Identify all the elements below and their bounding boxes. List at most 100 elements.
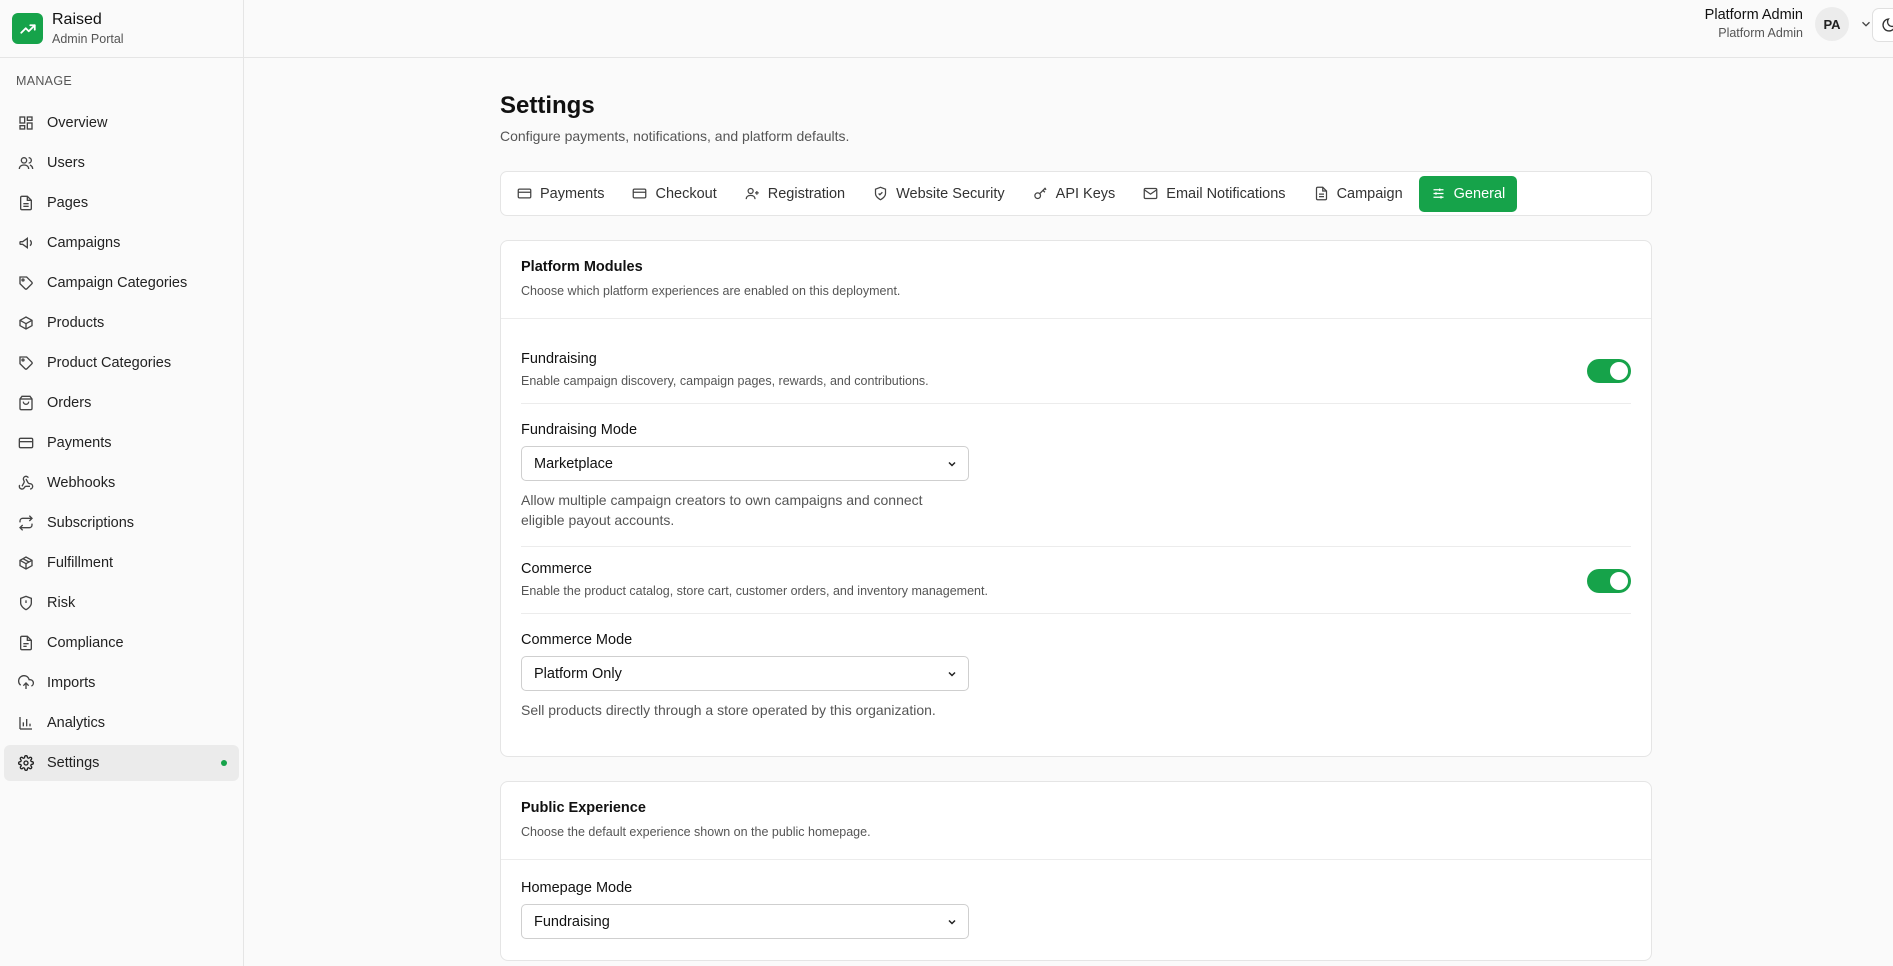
- commerce-title: Commerce: [521, 561, 592, 577]
- fundraising-setting: Fundraising Enable campaign discovery, c…: [521, 351, 1631, 388]
- sidebar-item-label: Payments: [47, 435, 112, 451]
- settings-tabs: Payments Checkout Registration Website S…: [500, 171, 1652, 216]
- sidebar-item-label: Pages: [47, 195, 89, 211]
- user-role: Platform Admin: [1718, 26, 1803, 41]
- sidebar-item-campaign-categories[interactable]: Campaign Categories: [4, 265, 239, 301]
- sidebar-item-campaigns[interactable]: Campaigns: [4, 225, 239, 261]
- tab-api-keys[interactable]: API Keys: [1021, 176, 1128, 212]
- sidebar-item-imports[interactable]: Imports: [4, 665, 239, 701]
- sidebar-item-label: Product Categories: [47, 355, 172, 371]
- megaphone-icon: [17, 234, 35, 252]
- shopping-bag-icon: [17, 394, 35, 412]
- sidebar-item-risk[interactable]: Risk: [4, 585, 239, 621]
- sidebar-item-overview[interactable]: Overview: [4, 105, 239, 141]
- package-icon: [17, 554, 35, 572]
- repeat-icon: [17, 514, 35, 532]
- sidebar-item-label: Compliance: [47, 635, 124, 651]
- theme-toggle-button[interactable]: [1872, 8, 1893, 42]
- credit-card-icon: [517, 186, 532, 201]
- mail-icon: [1143, 186, 1158, 201]
- toggle-knob: [1610, 572, 1628, 590]
- sidebar-item-label: Orders: [47, 395, 92, 411]
- tab-checkout[interactable]: Checkout: [620, 176, 728, 212]
- homepage-mode-label: Homepage Mode: [521, 880, 633, 896]
- fundraising-mode-select[interactable]: Marketplace: [521, 446, 969, 481]
- shield-check-icon: [873, 186, 888, 201]
- select-value: Marketplace: [534, 455, 613, 472]
- sidebar-item-label: Campaigns: [47, 235, 121, 251]
- tab-email-notifications[interactable]: Email Notifications: [1131, 176, 1297, 212]
- tag-icon: [17, 354, 35, 372]
- chevron-down-icon: [946, 916, 958, 928]
- sidebar-item-label: Risk: [47, 595, 76, 611]
- tab-registration[interactable]: Registration: [733, 176, 857, 212]
- sidebar-item-settings[interactable]: Settings: [4, 745, 239, 781]
- nav-section-label: MANAGE: [16, 74, 72, 88]
- sidebar-item-orders[interactable]: Orders: [4, 385, 239, 421]
- user-plus-icon: [745, 186, 760, 201]
- card-header: Public Experience Choose the default exp…: [501, 782, 1651, 860]
- package-icon: [17, 314, 35, 332]
- brand-name: Raised: [52, 10, 102, 28]
- sidebar-item-pages[interactable]: Pages: [4, 185, 239, 221]
- file-icon: [1314, 186, 1329, 201]
- tab-website-security[interactable]: Website Security: [861, 176, 1017, 212]
- tag-icon: [17, 274, 35, 292]
- commerce-description: Enable the product catalog, store cart, …: [521, 584, 988, 598]
- tab-label: Website Security: [896, 185, 1005, 202]
- file-icon: [17, 194, 35, 212]
- sidebar-item-subscriptions[interactable]: Subscriptions: [4, 505, 239, 541]
- sidebar-item-label: Imports: [47, 675, 96, 691]
- card-description: Choose the default experience shown on t…: [521, 825, 871, 839]
- sidebar-item-users[interactable]: Users: [4, 145, 239, 181]
- tab-campaign[interactable]: Campaign: [1302, 176, 1415, 212]
- sidebar-item-label: Products: [47, 315, 105, 331]
- sidebar-item-label: Analytics: [47, 715, 106, 731]
- commerce-toggle[interactable]: [1587, 569, 1631, 593]
- tab-general[interactable]: General: [1418, 175, 1518, 212]
- homepage-mode-select[interactable]: Fundraising: [521, 904, 969, 939]
- chevron-down-icon: [946, 458, 958, 470]
- platform-modules-card: Platform Modules Choose which platform e…: [500, 240, 1652, 757]
- gear-icon: [17, 754, 35, 772]
- key-icon: [1033, 186, 1048, 201]
- tab-label: Campaign: [1336, 185, 1403, 202]
- sidebar-item-fulfillment[interactable]: Fulfillment: [4, 545, 239, 581]
- sidebar-item-payments[interactable]: Payments: [4, 425, 239, 461]
- tab-label: Payments: [540, 185, 605, 202]
- sidebar-item-product-categories[interactable]: Product Categories: [4, 345, 239, 381]
- sidebar-item-label: Users: [47, 155, 85, 171]
- card-description: Choose which platform experiences are en…: [521, 284, 901, 298]
- sidebar-item-products[interactable]: Products: [4, 305, 239, 341]
- avatar: PA: [1815, 7, 1849, 41]
- fundraising-toggle[interactable]: [1587, 359, 1631, 383]
- divider: [521, 403, 1631, 404]
- user-name: Platform Admin: [1704, 6, 1803, 23]
- top-header: Platform Admin Platform Admin PA: [244, 0, 1893, 58]
- trending-up-icon: [12, 13, 43, 44]
- credit-card-icon: [17, 434, 35, 452]
- commerce-mode-select[interactable]: Platform Only: [521, 656, 969, 691]
- public-experience-card: Public Experience Choose the default exp…: [500, 781, 1652, 961]
- brand[interactable]: Raised Admin Portal: [0, 0, 243, 58]
- users-icon: [17, 154, 35, 172]
- toggle-knob: [1610, 362, 1628, 380]
- sidebar-item-webhooks[interactable]: Webhooks: [4, 465, 239, 501]
- card-title: Platform Modules: [521, 259, 643, 275]
- sidebar-item-analytics[interactable]: Analytics: [4, 705, 239, 741]
- commerce-mode-label: Commerce Mode: [521, 632, 633, 648]
- card-title: Public Experience: [521, 800, 646, 816]
- file-text-icon: [17, 634, 35, 652]
- tab-label: General: [1453, 185, 1506, 202]
- bar-chart-icon: [17, 714, 35, 732]
- tab-payments[interactable]: Payments: [505, 176, 616, 212]
- grid-icon: [17, 114, 35, 132]
- sidebar-item-label: Settings: [47, 755, 100, 771]
- select-value: Platform Only: [534, 665, 622, 682]
- chevron-down-icon: [1859, 17, 1873, 31]
- divider: [521, 613, 1631, 614]
- sidebar-item-label: Subscriptions: [47, 515, 135, 531]
- sidebar-item-compliance[interactable]: Compliance: [4, 625, 239, 661]
- fundraising-title: Fundraising: [521, 351, 597, 367]
- user-menu[interactable]: Platform Admin Platform Admin PA: [1705, 0, 1873, 48]
